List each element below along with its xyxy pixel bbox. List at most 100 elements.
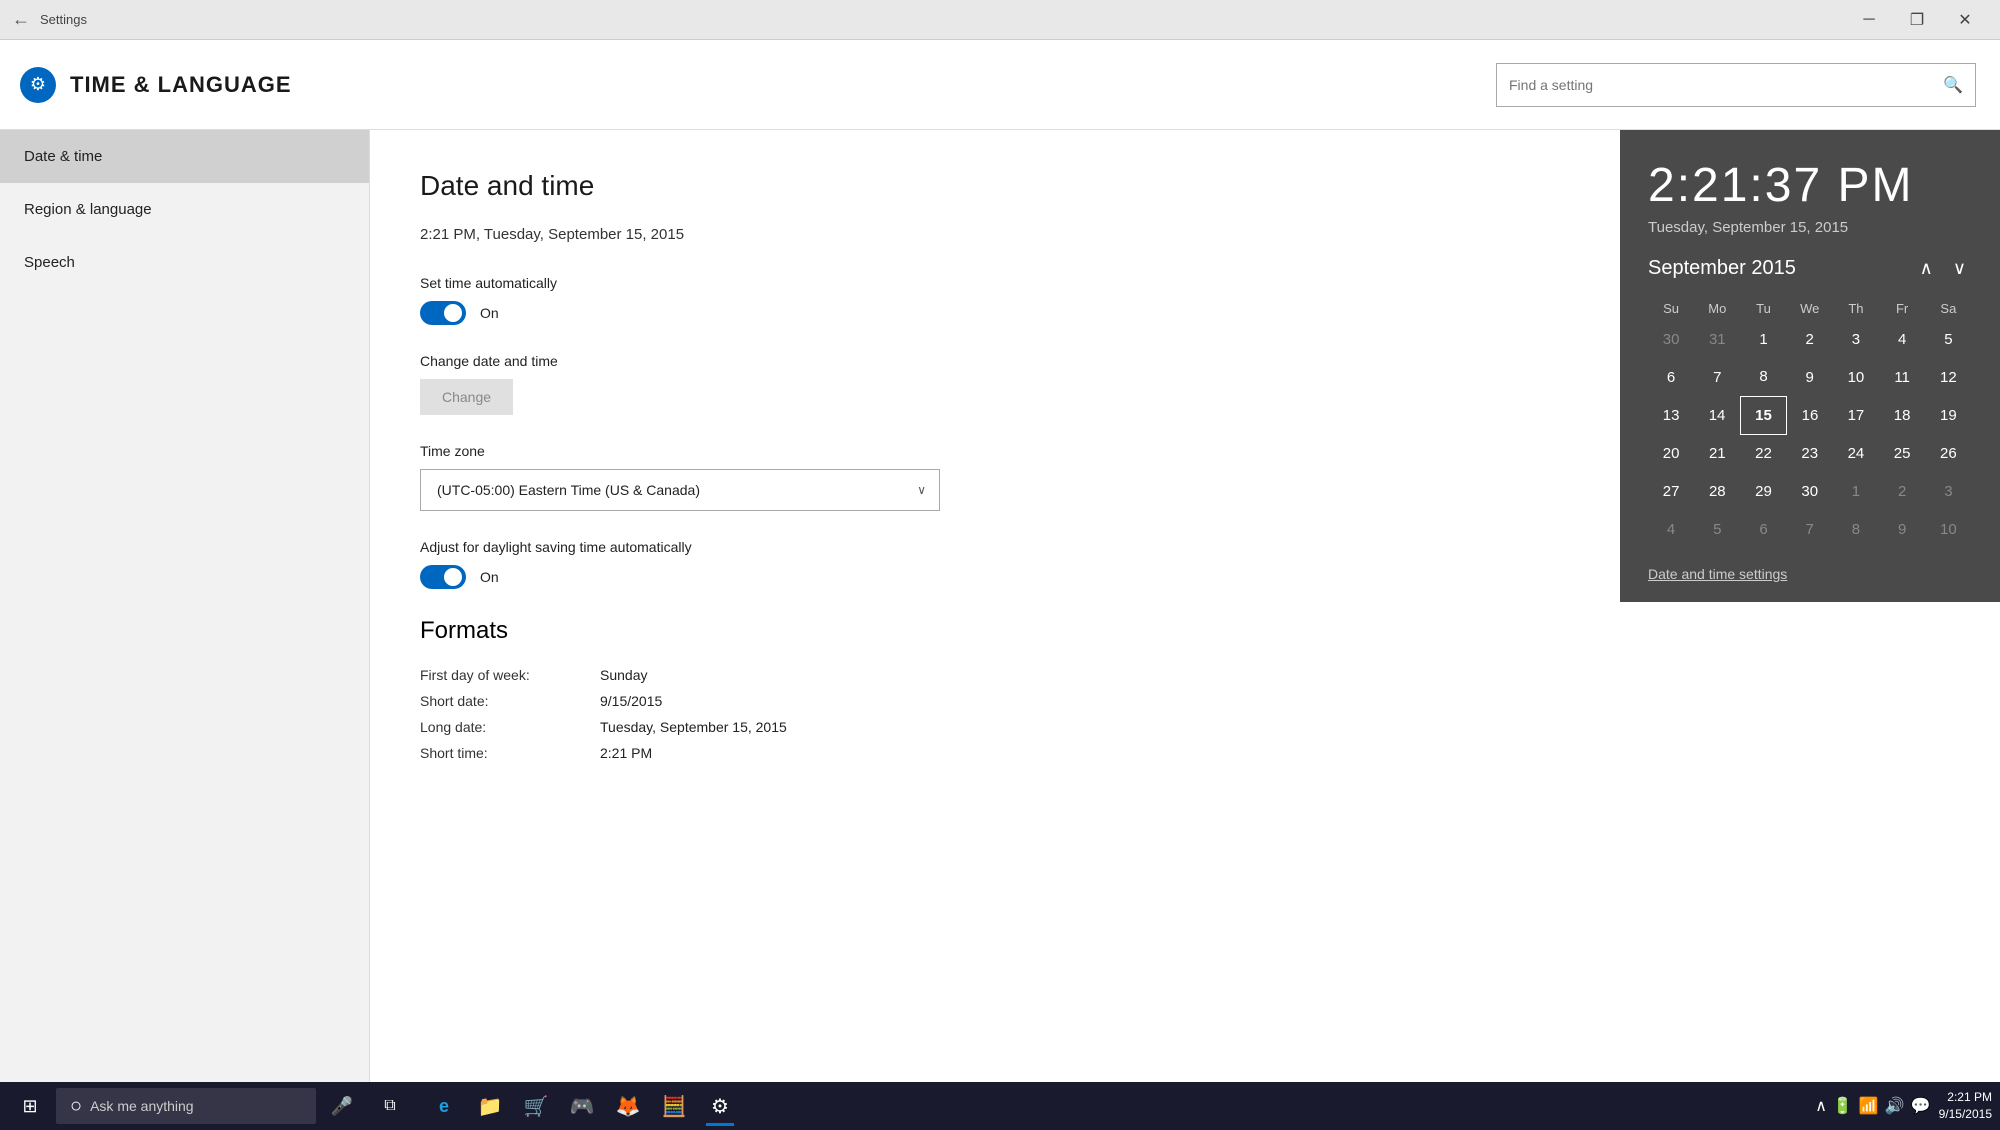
volume-icon[interactable]: 🔊 [1885, 1096, 1905, 1116]
calendar-day[interactable]: 1 [1833, 472, 1879, 510]
sidebar-item-region[interactable]: Region & language [0, 183, 369, 236]
calendar-day[interactable]: 12 [1925, 358, 1971, 396]
dst-toggle[interactable] [420, 565, 466, 589]
back-icon[interactable]: ← [12, 9, 30, 30]
calendar-day[interactable]: 29 [1740, 472, 1786, 510]
calendar-day[interactable]: 5 [1925, 320, 1971, 358]
title-bar-controls: ─ ❐ ✕ [1846, 4, 1988, 36]
weekday-th: Th [1833, 297, 1879, 320]
calendar-day[interactable]: 8 [1740, 358, 1786, 396]
task-view-button[interactable]: ⧉ [368, 1084, 412, 1128]
calendar-day[interactable]: 25 [1879, 434, 1925, 472]
calendar-day[interactable]: 21 [1694, 434, 1740, 472]
calendar-day[interactable]: 14 [1694, 396, 1740, 434]
taskbar-system-icons: ∧ 🔋 📶 🔊 💬 [1815, 1096, 1930, 1116]
taskbar-apps: e 📁 🛒 🎮 🦊 🧮 ⚙ [422, 1084, 742, 1128]
notification-icon[interactable]: 💬 [1911, 1096, 1931, 1116]
minimize-button[interactable]: ─ [1846, 4, 1892, 36]
calendar-week: 27282930123 [1648, 472, 1972, 510]
short-time-row: Short time: 2:21 PM [420, 745, 1950, 761]
calendar-time: 2:21:37 PM [1648, 158, 1972, 213]
change-button[interactable]: Change [420, 379, 513, 415]
taskbar-app-edge[interactable]: e [422, 1084, 466, 1128]
calendar-day[interactable]: 15 [1740, 396, 1786, 434]
formats-title: Formats [420, 617, 1950, 645]
calendar-day[interactable]: 17 [1833, 396, 1879, 434]
taskbar-app-games[interactable]: 🎮 [560, 1084, 604, 1128]
calendar-grid: Su Mo Tu We Th Fr Sa 3031123456789101112… [1648, 297, 1972, 548]
long-date-value: Tuesday, September 15, 2015 [600, 719, 787, 735]
calendar-next-month[interactable]: ∨ [1947, 256, 1972, 281]
calendar-settings-link[interactable]: Date and time settings [1648, 566, 1972, 582]
calendar-week: 303112345 [1648, 320, 1972, 358]
weekday-su: Su [1648, 297, 1694, 320]
taskbar-search-placeholder[interactable]: Ask me anything [90, 1098, 194, 1114]
sidebar-item-date-time[interactable]: Date & time [0, 130, 369, 183]
calendar-day[interactable]: 10 [1925, 510, 1971, 548]
calendar-day[interactable]: 30 [1787, 472, 1833, 510]
calendar-day[interactable]: 26 [1925, 434, 1971, 472]
maximize-button[interactable]: ❐ [1894, 4, 1940, 36]
calendar-week: 20212223242526 [1648, 434, 1972, 472]
calendar-day[interactable]: 3 [1833, 320, 1879, 358]
calendar-day[interactable]: 20 [1648, 434, 1694, 472]
taskbar-app-firefox[interactable]: 🦊 [606, 1084, 650, 1128]
mic-icon[interactable]: 🎤 [320, 1084, 364, 1128]
app-title: TIME & LANGUAGE [70, 72, 292, 98]
calendar-day[interactable]: 28 [1694, 472, 1740, 510]
calendar-day[interactable]: 7 [1787, 510, 1833, 548]
calendar-day[interactable]: 7 [1694, 358, 1740, 396]
calendar-day[interactable]: 2 [1787, 320, 1833, 358]
calendar-day[interactable]: 4 [1648, 510, 1694, 548]
calendar-day[interactable]: 3 [1925, 472, 1971, 510]
taskbar-search[interactable]: ○ Ask me anything [56, 1088, 316, 1124]
calendar-day[interactable]: 6 [1740, 510, 1786, 548]
close-button[interactable]: ✕ [1942, 4, 1988, 36]
calendar-day[interactable]: 16 [1787, 396, 1833, 434]
calendar-day[interactable]: 23 [1787, 434, 1833, 472]
long-date-row: Long date: Tuesday, September 15, 2015 [420, 719, 1950, 735]
calendar-day[interactable]: 11 [1879, 358, 1925, 396]
taskbar-app-settings[interactable]: ⚙ [698, 1084, 742, 1128]
search-input[interactable] [1509, 77, 1943, 93]
calendar-day[interactable]: 13 [1648, 396, 1694, 434]
calendar-week: 45678910 [1648, 510, 1972, 548]
chevron-up-icon[interactable]: ∧ [1815, 1096, 1827, 1116]
taskbar-app-store[interactable]: 🛒 [514, 1084, 558, 1128]
calendar-day[interactable]: 8 [1833, 510, 1879, 548]
calendar-prev-month[interactable]: ∧ [1914, 256, 1939, 281]
search-icon[interactable]: 🔍 [1943, 75, 1963, 95]
calendar-day[interactable]: 31 [1694, 320, 1740, 358]
calendar-day[interactable]: 18 [1879, 396, 1925, 434]
taskbar-app-calculator[interactable]: 🧮 [652, 1084, 696, 1128]
set-time-auto-toggle[interactable] [420, 301, 466, 325]
calendar-month-title: September 2015 [1648, 257, 1796, 280]
calendar-day[interactable]: 9 [1787, 358, 1833, 396]
app-header: ⚙ TIME & LANGUAGE 🔍 [0, 40, 2000, 130]
taskbar-app-explorer[interactable]: 📁 [468, 1084, 512, 1128]
weekday-we: We [1787, 297, 1833, 320]
short-time-value: 2:21 PM [600, 745, 652, 761]
calendar-day[interactable]: 2 [1879, 472, 1925, 510]
short-date-value: 9/15/2015 [600, 693, 662, 709]
calendar-day[interactable]: 10 [1833, 358, 1879, 396]
calendar-day[interactable]: 24 [1833, 434, 1879, 472]
calendar-day[interactable]: 4 [1879, 320, 1925, 358]
taskbar-clock[interactable]: 2:21 PM 9/15/2015 [1939, 1089, 1992, 1123]
start-button[interactable]: ⊞ [8, 1084, 52, 1128]
calendar-day[interactable]: 22 [1740, 434, 1786, 472]
calendar-date-full: Tuesday, September 15, 2015 [1648, 219, 1972, 236]
sidebar-item-speech[interactable]: Speech [0, 236, 369, 289]
search-box[interactable]: 🔍 [1496, 63, 1976, 107]
calendar-day[interactable]: 6 [1648, 358, 1694, 396]
calendar-day[interactable]: 30 [1648, 320, 1694, 358]
taskbar-date: 9/15/2015 [1939, 1106, 1992, 1123]
calendar-day[interactable]: 5 [1694, 510, 1740, 548]
timezone-select[interactable]: (UTC-05:00) Eastern Time (US & Canada) [420, 469, 940, 511]
settings-gear-icon: ⚙ [20, 67, 56, 103]
calendar-day[interactable]: 27 [1648, 472, 1694, 510]
window-title: Settings [40, 12, 87, 27]
calendar-day[interactable]: 9 [1879, 510, 1925, 548]
calendar-day[interactable]: 19 [1925, 396, 1971, 434]
calendar-day[interactable]: 1 [1740, 320, 1786, 358]
